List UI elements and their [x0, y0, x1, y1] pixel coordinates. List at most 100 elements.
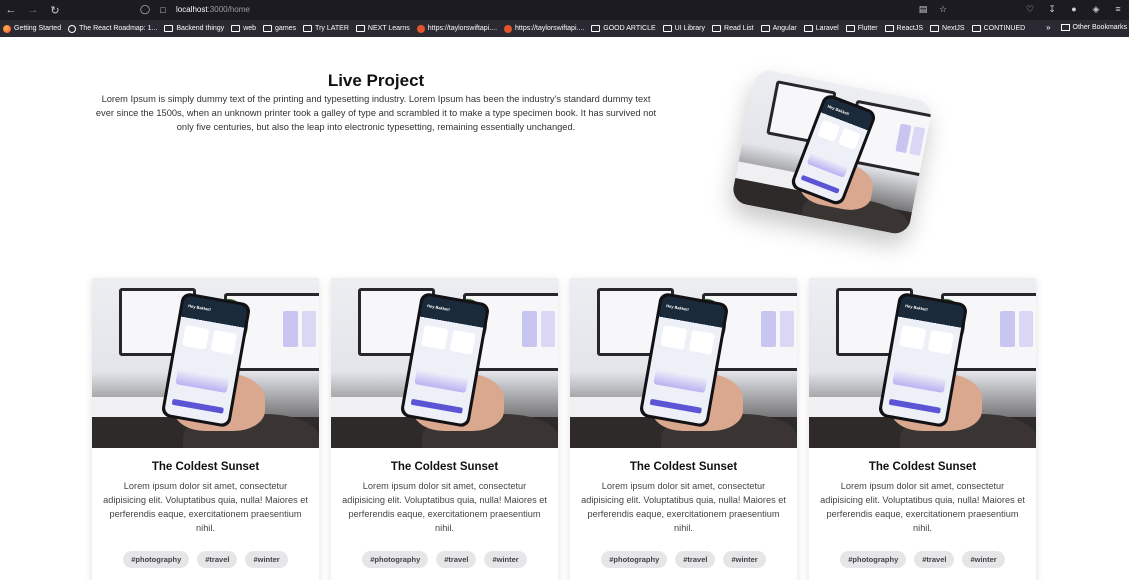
folder-icon	[930, 25, 940, 32]
card-image: Hey Bakket!	[92, 278, 319, 448]
page-title: Live Project	[327, 71, 425, 90]
bookmark-label: CONTINUED	[983, 25, 1026, 32]
folder-icon	[303, 25, 313, 32]
firefox-icon	[3, 24, 11, 33]
card-body: The Coldest Sunset Lorem ipsum dolor sit …	[331, 448, 558, 568]
card-title: The Coldest Sunset	[868, 461, 977, 473]
bookmark-label: Laravel	[815, 25, 839, 32]
bookmark-item[interactable]: Flutter	[845, 25, 878, 32]
url-host: localhost	[176, 5, 208, 14]
bookmark-item[interactable]: web	[231, 25, 256, 32]
card: Hey Bakket! The Coldest Sunset Lorem ipsu…	[331, 278, 558, 580]
card-title: The Coldest Sunset	[151, 461, 260, 473]
other-bookmarks[interactable]: Other Bookmarks	[1073, 24, 1127, 31]
tag-badge[interactable]: #travel	[675, 551, 716, 568]
bookmark-item[interactable]: Laravel	[803, 25, 839, 32]
forward-icon[interactable]: →	[22, 1, 44, 19]
folder-icon	[971, 25, 981, 32]
bookmark-star-icon[interactable]: ☆	[936, 2, 950, 16]
folder-icon	[591, 25, 601, 32]
site-icon	[504, 24, 513, 33]
bookmark-item[interactable]: Getting Started	[3, 24, 61, 33]
globe-icon	[68, 24, 77, 33]
card: Hey Bakket! The Coldest Sunset Lorem ipsu…	[570, 278, 797, 580]
folder-icon	[803, 25, 813, 32]
card-title: The Coldest Sunset	[390, 461, 499, 473]
bookmark-label: GOOD ARTICLE	[603, 25, 656, 32]
reload-icon[interactable]: ↻	[44, 1, 66, 19]
back-icon[interactable]: ←	[0, 1, 22, 19]
card-body: The Coldest Sunset Lorem ipsum dolor sit …	[92, 448, 319, 568]
menu-icon[interactable]: ≡	[1111, 2, 1125, 16]
account-icon[interactable]: ●	[1067, 2, 1081, 16]
hero-section: Live Project Lorem Ipsum is simply dummy…	[92, 70, 660, 134]
phone-greeting: Hey Bakket!	[666, 302, 690, 312]
card: Hey Bakket! The Coldest Sunset Lorem ipsu…	[92, 278, 319, 580]
bookmark-label: Backend thingy	[176, 25, 225, 32]
bookmark-label: web	[243, 25, 257, 32]
bookmark-label: Angular	[772, 25, 797, 32]
bookmark-item[interactable]: The React Roadmap: 1...	[68, 24, 158, 33]
bookmark-item[interactable]: ReactJS	[884, 25, 923, 32]
bookmarks-bar: Getting Started The React Roadmap: 1... Ba…	[0, 20, 1129, 37]
bookmark-label: UI Library	[674, 25, 706, 32]
tag-badge[interactable]: #photography	[840, 551, 907, 568]
tag-badge[interactable]: #photography	[601, 551, 668, 568]
address-bar[interactable]: ◯ □ localhost:3000/home ▤ ☆	[134, 1, 954, 18]
url-path: :3000/home	[207, 5, 250, 14]
bookmark-item[interactable]: https://taylorswiftapi....	[504, 24, 585, 33]
bookmark-item[interactable]: GOOD ARTICLE	[591, 25, 656, 32]
page-icon[interactable]: □	[156, 3, 170, 17]
bookmark-item[interactable]: Try LATER	[303, 25, 349, 32]
bookmark-label: NEXT Learns	[367, 25, 410, 32]
card-description: Lorem ipsum dolor sit amet, consectetur …	[820, 481, 1025, 533]
card-grid: Hey Bakket! The Coldest Sunset Lorem ipsu…	[92, 278, 1036, 580]
extensions-icon[interactable]: ◈	[1089, 2, 1103, 16]
folder-icon	[231, 25, 241, 32]
card-image: Hey Bakket!	[331, 278, 558, 448]
pocket-icon[interactable]: ♡	[1023, 2, 1037, 16]
bookmark-label: https://taylorswiftapi....	[515, 25, 585, 32]
chevron-right-icon[interactable]: »	[1046, 23, 1050, 32]
tag-badge[interactable]: #photography	[123, 551, 190, 568]
bookmark-item[interactable]: https://taylorswiftapi....	[416, 24, 498, 33]
bookmark-item[interactable]: Read List	[712, 25, 754, 32]
tag-badge[interactable]: #travel	[436, 551, 477, 568]
folder-icon	[760, 25, 770, 32]
tag-badge[interactable]: #winter	[723, 551, 766, 568]
folder-icon	[263, 25, 273, 32]
bookmark-item[interactable]: Angular	[760, 25, 797, 32]
card-image: Hey Bakket!	[570, 278, 797, 448]
bookmark-label: The React Roadmap: 1...	[79, 25, 158, 32]
card-tags: #photography #travel #winter	[102, 551, 309, 568]
tag-badge[interactable]: #winter	[962, 551, 1005, 568]
card-image: Hey Bakket!	[809, 278, 1036, 448]
phone-greeting: Hey Bakket!	[427, 302, 451, 312]
bookmark-item[interactable]: NEXT Learns	[355, 25, 410, 32]
hero-description: Lorem Ipsum is simply dummy text of the …	[95, 94, 657, 132]
phone-greeting: Hey Bakket!	[826, 103, 851, 116]
tag-badge[interactable]: #winter	[245, 551, 288, 568]
tag-badge[interactable]: #travel	[197, 551, 238, 568]
shield-icon[interactable]: ◯	[138, 3, 152, 17]
tag-badge[interactable]: #winter	[484, 551, 527, 568]
bookmark-item[interactable]: CONTINUED	[971, 25, 1026, 32]
tag-badge[interactable]: #travel	[914, 551, 955, 568]
bookmark-label: https://taylorswiftapi....	[427, 25, 498, 32]
card-description: Lorem ipsum dolor sit amet, consectetur …	[342, 481, 547, 533]
tag-badge[interactable]: #photography	[362, 551, 429, 568]
card-tags: #photography #travel #winter	[819, 551, 1026, 568]
url-text[interactable]: localhost:3000/home	[176, 5, 250, 14]
bookmark-item[interactable]: Backend thingy	[164, 25, 224, 32]
folder-icon	[845, 25, 855, 32]
reader-view-icon[interactable]: ▤	[916, 2, 930, 16]
bookmark-item[interactable]: games	[263, 25, 296, 32]
folder-icon	[662, 25, 672, 32]
bookmark-item[interactable]: NextJS	[930, 25, 965, 32]
card: Hey Bakket! The Coldest Sunset Lorem ipsu…	[809, 278, 1036, 580]
hero-image: Hey Bakket!	[730, 68, 934, 236]
downloads-icon[interactable]: ↧	[1045, 2, 1059, 16]
other-bookmarks-group[interactable]: » Other Bookmarks	[1046, 23, 1127, 32]
bookmark-item[interactable]: UI Library	[662, 25, 706, 32]
card-description: Lorem ipsum dolor sit amet, consectetur …	[103, 481, 308, 533]
